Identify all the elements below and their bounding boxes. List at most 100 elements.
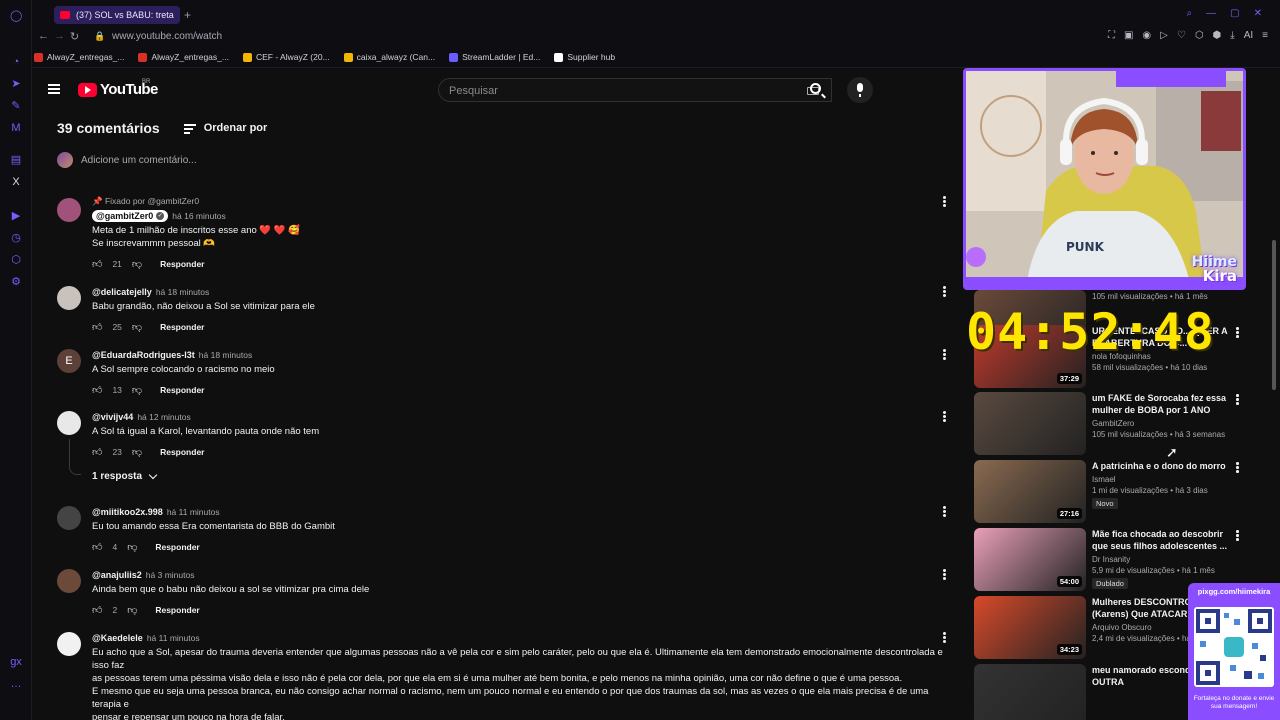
bookmark-item[interactable]: AlwayZ_entregas_... [34, 52, 124, 62]
sidebar-extensions-icon[interactable]: ⬡ [10, 254, 22, 266]
dislike-icon[interactable]: 👎︎ [132, 258, 142, 270]
sidebar-messenger-icon[interactable]: M [10, 122, 22, 134]
comment-author[interactable]: @anajuliis2 [92, 570, 142, 580]
browser-tab-active[interactable]: (37) SOL vs BABU: treta PE [54, 6, 180, 24]
sidebar-twitch-icon[interactable]: ▤ [10, 154, 22, 166]
reply-button[interactable]: Responder [160, 385, 204, 395]
minimize-icon[interactable]: — [1206, 8, 1216, 19]
camera-icon[interactable]: ◉ [1142, 30, 1151, 41]
dislike-icon[interactable]: 👎︎ [127, 604, 137, 616]
search-button[interactable] [800, 78, 834, 102]
comment-time[interactable]: há 12 minutos [137, 412, 190, 422]
comment-time[interactable]: há 16 minutos [172, 211, 225, 221]
ai-icon[interactable]: AI [1244, 30, 1253, 41]
sidebar-gx-icon[interactable]: gx [10, 656, 22, 668]
comment-time[interactable]: há 3 minutos [146, 570, 195, 580]
search-icon[interactable]: ⌕ [1187, 8, 1193, 19]
forward-icon[interactable]: → [54, 30, 65, 42]
page-scrollbar[interactable] [1272, 240, 1276, 390]
avatar[interactable] [57, 569, 81, 593]
sidebar-x-icon[interactable]: X [10, 176, 22, 188]
comment-author[interactable]: @vivijv44 [92, 412, 133, 422]
dislike-icon[interactable]: 👎︎ [132, 321, 142, 333]
comment-author[interactable]: @EduardaRodrigues-l3t [92, 350, 195, 360]
reply-button[interactable]: Responder [155, 605, 199, 615]
sidebar-settings-icon[interactable]: ⚙ [10, 276, 22, 288]
voice-search-button[interactable] [847, 77, 873, 103]
comment-author[interactable]: @Kaedelele [92, 633, 143, 643]
dislike-icon[interactable]: 👎︎ [132, 446, 142, 458]
comment-time[interactable]: há 18 minutos [156, 287, 209, 297]
like-icon[interactable]: 👍︎ [92, 321, 102, 333]
extensions-icon[interactable]: ⬡ [1195, 30, 1204, 41]
sidebar-flow-icon[interactable]: ➤ [10, 78, 22, 90]
reply-button[interactable]: Responder [160, 259, 204, 269]
comment-time[interactable]: há 18 minutos [199, 350, 252, 360]
search-input[interactable]: Pesquisar [438, 78, 832, 102]
play-icon[interactable]: ▷ [1160, 30, 1168, 41]
video-thumbnail[interactable]: 34:23 [974, 596, 1086, 659]
like-icon[interactable]: 👍︎ [92, 541, 102, 553]
comment-options-icon[interactable] [943, 506, 947, 518]
sort-button[interactable]: Ordenar por [183, 122, 267, 134]
comment-options-icon[interactable] [943, 569, 947, 581]
video-title[interactable]: um FAKE de Sorocaba fez essa mulher de B… [1092, 392, 1232, 416]
like-icon[interactable]: 👍︎ [92, 446, 102, 458]
channel-name[interactable]: Ismael [1092, 475, 1232, 484]
avatar[interactable] [57, 198, 81, 222]
comment-options-icon[interactable] [943, 196, 947, 208]
comment-options-icon[interactable] [943, 411, 947, 423]
video-thumbnail[interactable] [974, 392, 1086, 455]
address-bar[interactable]: www.youtube.com/watch [112, 31, 222, 42]
translate-icon[interactable]: ⛶ [1108, 30, 1115, 41]
bookmark-item[interactable]: CEF - AlwayZ (20... [242, 52, 330, 62]
bookmark-item[interactable]: Supplier hub [554, 52, 615, 62]
wallet-icon[interactable]: ⬢ [1213, 30, 1222, 41]
heart-icon[interactable]: ♡ [1177, 30, 1186, 41]
reload-icon[interactable]: ↻ [70, 30, 79, 43]
opera-logo-icon[interactable]: ◯ [10, 10, 22, 22]
bookmark-item[interactable]: AlwayZ_entregas_... [138, 52, 229, 62]
screenshot-icon[interactable]: ▣ [1124, 30, 1133, 41]
comment-time[interactable]: há 11 minutos [167, 507, 220, 517]
video-title[interactable]: A patricinha e o dono do morro [1092, 460, 1232, 472]
comment-options-icon[interactable] [943, 286, 947, 298]
reply-button[interactable]: Responder [160, 322, 204, 332]
sidebar-history-icon[interactable]: ◷ [10, 232, 22, 244]
dislike-icon[interactable]: 👎︎ [132, 384, 142, 396]
back-icon[interactable]: ← [38, 30, 49, 42]
avatar[interactable]: E [57, 349, 81, 373]
new-tab-icon[interactable]: + [184, 8, 191, 22]
avatar[interactable] [57, 632, 81, 656]
dislike-icon[interactable]: 👎︎ [127, 541, 137, 553]
comment-author[interactable]: @delicatejelly [92, 287, 152, 297]
comment-author[interactable]: @gambitZer0 ✓ [92, 210, 169, 222]
comment-time[interactable]: há 11 minutos [147, 633, 200, 643]
avatar[interactable] [57, 506, 81, 530]
like-icon[interactable]: 👍︎ [92, 258, 102, 270]
reply-button[interactable]: Responder [160, 447, 204, 457]
avatar[interactable] [57, 286, 81, 310]
add-comment-row[interactable]: Adicione um comentário... [57, 152, 197, 168]
reply-button[interactable]: Responder [155, 542, 199, 552]
bookmark-item[interactable]: StreamLadder | Ed... [449, 52, 540, 62]
sidebar-pin-icon[interactable]: ✎ [10, 100, 22, 112]
avatar[interactable] [57, 411, 81, 435]
comment-author[interactable]: @miitikoo2x.998 [92, 507, 163, 517]
bookmark-item[interactable]: caixa_alwayz (Can... [343, 52, 435, 62]
video-thumbnail[interactable]: 27:16 [974, 460, 1086, 523]
video-options-icon[interactable] [1236, 394, 1239, 406]
channel-name[interactable]: GambitZero [1092, 419, 1232, 428]
sidebar-player-icon[interactable]: ▶ [10, 210, 22, 222]
video-options-icon[interactable] [1236, 462, 1239, 474]
like-icon[interactable]: 👍︎ [92, 384, 102, 396]
view-replies-button[interactable]: 1 resposta [92, 470, 158, 482]
add-comment-input[interactable]: Adicione um comentário... [81, 155, 197, 166]
download-icon[interactable]: ⤓ [1230, 30, 1234, 41]
video-thumbnail[interactable] [974, 664, 1086, 720]
video-options-icon[interactable] [1236, 327, 1239, 339]
maximize-icon[interactable]: ▢ [1230, 8, 1239, 19]
sidebar-aria-icon[interactable]: ◔ [10, 56, 22, 68]
like-icon[interactable]: 👍︎ [92, 604, 102, 616]
video-options-icon[interactable] [1236, 530, 1239, 542]
